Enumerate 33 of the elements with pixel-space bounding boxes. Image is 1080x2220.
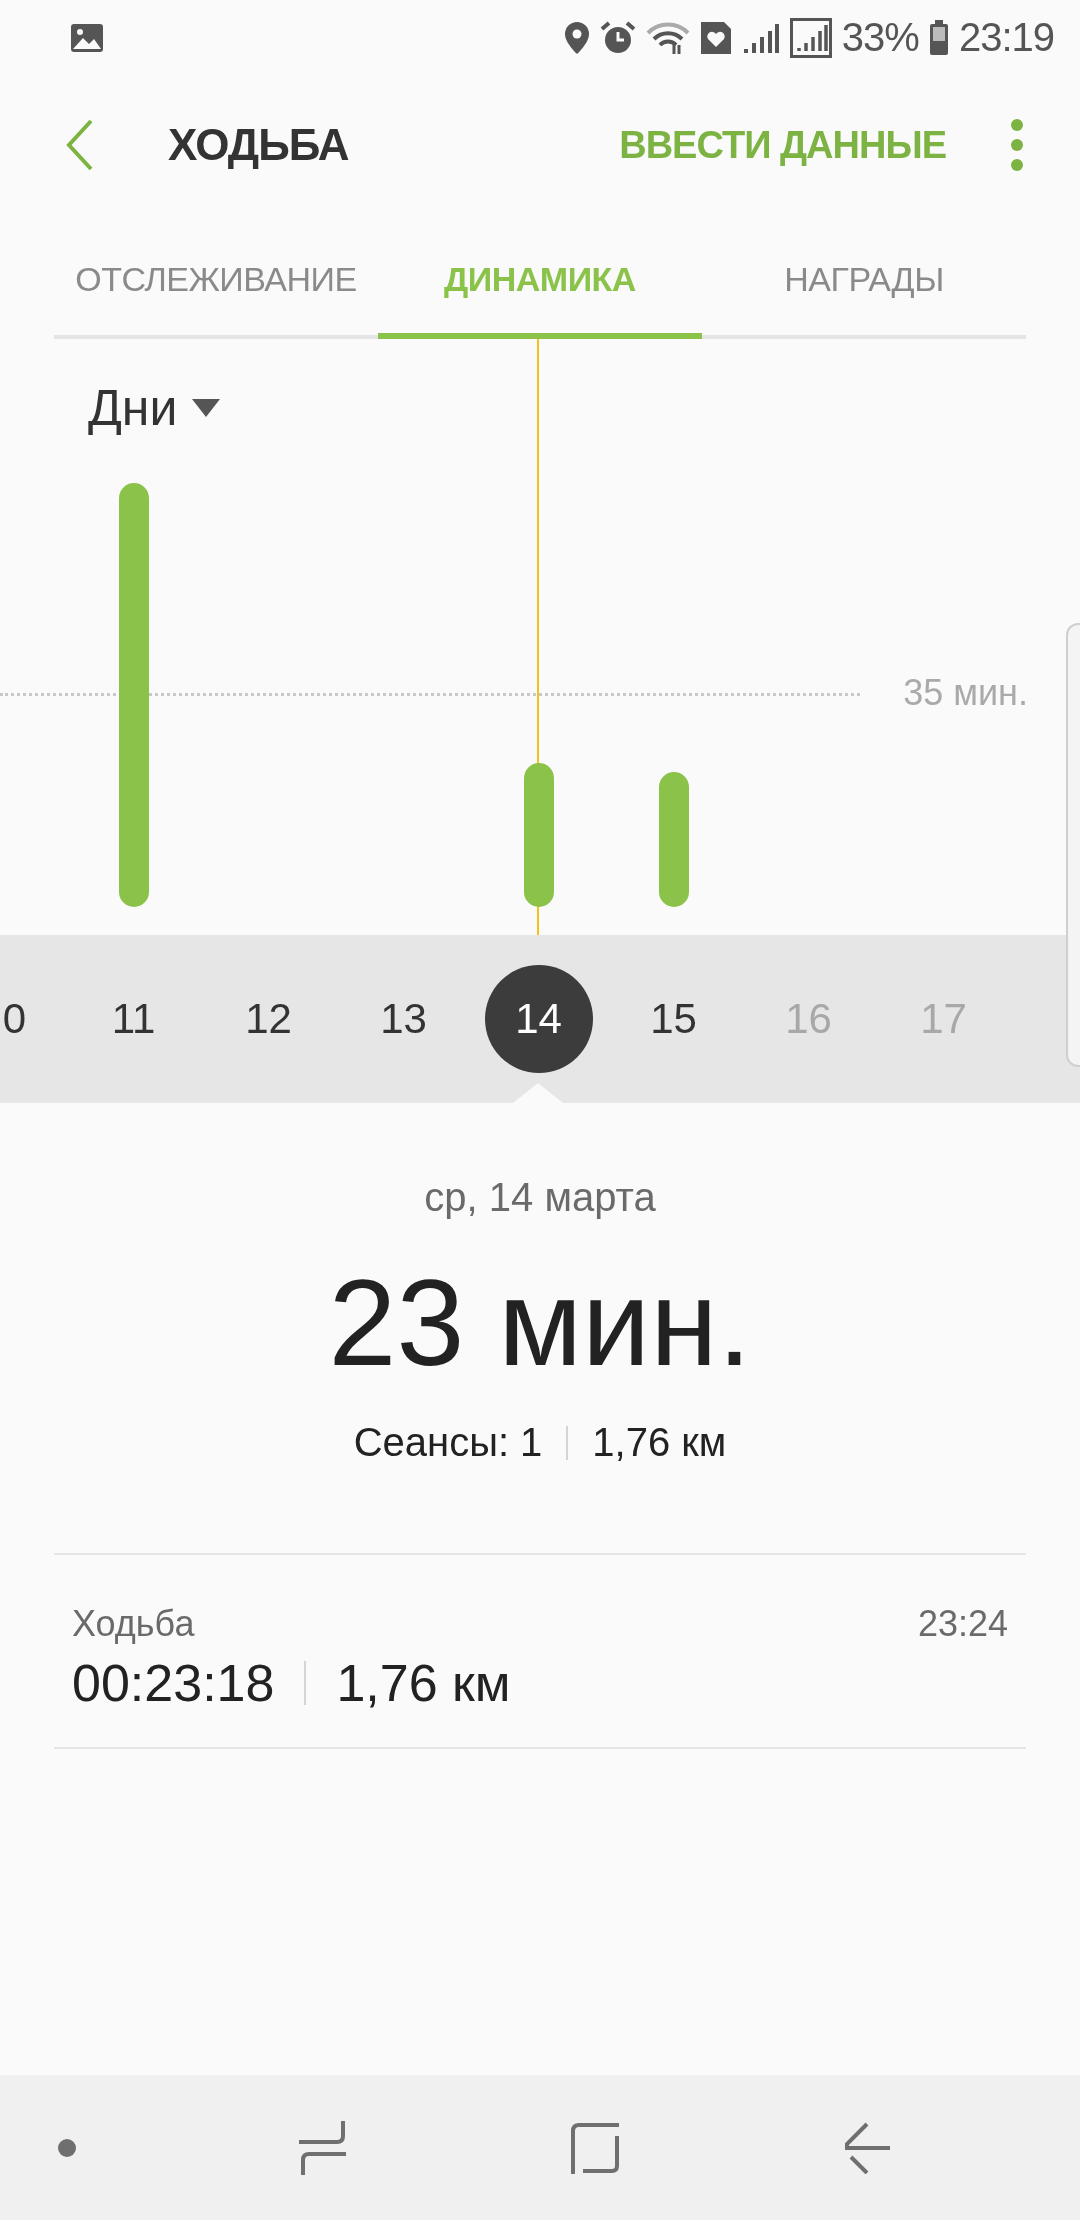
- day-button[interactable]: 15: [619, 965, 728, 1073]
- session-distance: 1,76 км: [336, 1653, 511, 1713]
- recent-apps-icon[interactable]: [299, 2120, 348, 2175]
- signal-icon: [789, 17, 832, 58]
- gallery-icon: [70, 22, 104, 53]
- session-name: Ходьба: [72, 1603, 195, 1645]
- total-distance: 1,76 км: [592, 1420, 727, 1466]
- session-count: Сеансы: 1: [353, 1420, 543, 1466]
- dot-icon[interactable]: [58, 2138, 76, 2157]
- back-button[interactable]: [66, 119, 94, 171]
- battery-percent: 33%: [841, 15, 919, 60]
- total-duration: 23 мин.: [328, 1256, 752, 1391]
- back-icon[interactable]: [844, 2121, 892, 2174]
- period-dropdown[interactable]: Дни: [88, 379, 222, 437]
- session-row[interactable]: Ходьба 23:24 00:23:18 1,76 км: [54, 1555, 1026, 1749]
- day-button[interactable]: 0: [2, 965, 26, 1073]
- alarm-icon: [599, 19, 636, 56]
- location-icon: [563, 20, 590, 55]
- reference-label: 35 мин.: [903, 672, 1028, 714]
- session-duration: 00:23:18: [72, 1653, 275, 1713]
- day-button[interactable]: 11: [79, 965, 188, 1073]
- battery-icon: [928, 19, 949, 56]
- clock-time: 23:19: [958, 15, 1054, 60]
- screen-title: ХОДЬБА: [168, 120, 349, 170]
- day-button[interactable]: 13: [349, 965, 458, 1073]
- wifi-icon: [645, 20, 690, 55]
- caret-icon: [191, 398, 222, 418]
- day-button[interactable]: 14: [484, 965, 593, 1073]
- day-button[interactable]: 12: [214, 965, 323, 1073]
- home-icon[interactable]: [570, 2121, 621, 2174]
- more-options-icon[interactable]: [1010, 118, 1024, 172]
- selected-date: ср, 14 марта: [424, 1175, 656, 1220]
- session-time: 23:24: [917, 1603, 1008, 1645]
